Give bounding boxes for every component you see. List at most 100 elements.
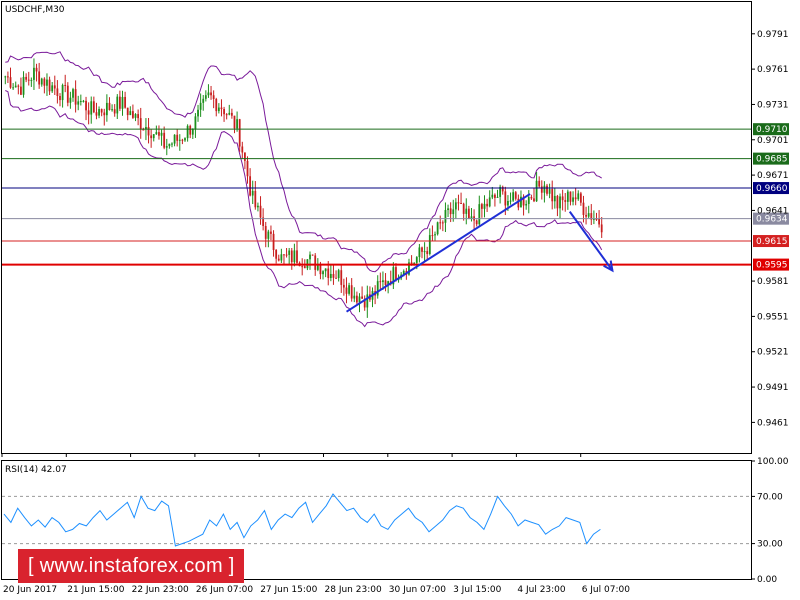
candle-body bbox=[264, 226, 267, 239]
price-tick-label-8: 0.9521 bbox=[757, 348, 789, 358]
candle-body bbox=[147, 126, 150, 136]
candle-body bbox=[556, 195, 559, 209]
candle-body bbox=[7, 76, 9, 78]
candle-body bbox=[543, 185, 546, 193]
candle-body bbox=[215, 98, 218, 112]
candle-body bbox=[259, 205, 262, 218]
candle-body bbox=[257, 205, 259, 208]
candle-body bbox=[421, 247, 423, 252]
candle-body bbox=[126, 107, 129, 116]
price-tick-label-6: 0.9581 bbox=[757, 277, 789, 287]
price-tick-label-5: 0.9641 bbox=[757, 206, 789, 216]
candle-body bbox=[457, 202, 460, 204]
candle-body bbox=[184, 138, 186, 141]
candle-body bbox=[25, 76, 28, 80]
candle-body bbox=[103, 112, 106, 116]
candle-body bbox=[559, 196, 561, 209]
candle-body bbox=[447, 208, 449, 211]
candle-body bbox=[530, 197, 533, 199]
candle-body bbox=[132, 111, 134, 118]
candle-body bbox=[324, 268, 327, 272]
candle-body bbox=[77, 101, 80, 105]
candle-body bbox=[90, 101, 93, 115]
price-tick-label-10: 0.9461 bbox=[757, 418, 789, 428]
candle-body bbox=[246, 160, 249, 177]
price-tick-label-2: 0.9731 bbox=[757, 100, 789, 110]
candle-body bbox=[335, 277, 337, 279]
candle-body bbox=[483, 203, 486, 209]
price-chart: 0.97100.96850.96600.96340.96150.9595 100… bbox=[1, 1, 789, 595]
candle-body bbox=[85, 100, 87, 111]
candle-body bbox=[551, 189, 554, 202]
candle-body bbox=[92, 101, 95, 113]
candle-body bbox=[431, 235, 434, 237]
candle-body bbox=[293, 250, 296, 263]
candle-body bbox=[124, 96, 127, 108]
candle-body bbox=[514, 192, 517, 199]
candle-body bbox=[152, 134, 155, 139]
candle-body bbox=[230, 112, 233, 116]
candle-body bbox=[223, 109, 225, 115]
candle-body bbox=[426, 251, 429, 254]
candle-body bbox=[225, 114, 228, 116]
candle-body bbox=[137, 114, 140, 119]
candle-body bbox=[311, 254, 314, 256]
candle-body bbox=[428, 235, 431, 254]
candle-body bbox=[566, 191, 569, 202]
candle-body bbox=[598, 218, 600, 225]
rsi-title: RSI(14) 42.07 bbox=[5, 465, 67, 475]
candle-body bbox=[98, 109, 100, 116]
level-tag-label-4: 0.9615 bbox=[756, 237, 788, 247]
candle-body bbox=[415, 257, 418, 263]
candle-body bbox=[348, 285, 350, 294]
watermark-logo: [ www.instaforex.com ] bbox=[18, 549, 244, 583]
candle-body bbox=[496, 196, 499, 198]
candle-body bbox=[173, 134, 176, 144]
candle-body bbox=[350, 285, 353, 299]
candle-body bbox=[87, 110, 90, 115]
candle-body bbox=[507, 200, 509, 206]
candle-body bbox=[288, 250, 291, 255]
candle-body bbox=[561, 196, 564, 201]
candle-body bbox=[538, 180, 541, 187]
candle-body bbox=[337, 270, 340, 279]
candle-body bbox=[171, 143, 173, 145]
candle-body bbox=[251, 190, 254, 196]
candle-body bbox=[488, 197, 491, 207]
candle-body bbox=[56, 88, 59, 97]
candle-body bbox=[212, 95, 215, 99]
candle-body bbox=[197, 109, 199, 117]
candle-body bbox=[254, 190, 257, 208]
candle-body bbox=[441, 222, 444, 224]
candle-body bbox=[202, 98, 205, 103]
candle-body bbox=[160, 132, 163, 136]
candle-body bbox=[283, 254, 285, 256]
candle-body bbox=[165, 146, 168, 148]
candle-body bbox=[382, 280, 384, 283]
candle-body bbox=[51, 85, 54, 92]
candle-body bbox=[72, 89, 74, 98]
candle-body bbox=[486, 203, 489, 207]
candle-body bbox=[444, 210, 447, 223]
candle-body bbox=[66, 85, 69, 103]
candle-body bbox=[379, 281, 382, 283]
candle-body bbox=[210, 92, 212, 96]
price-tick-label-4: 0.9671 bbox=[757, 171, 789, 181]
candle-body bbox=[460, 203, 462, 205]
time-tick-label-1: 21 Jun 15:00 bbox=[67, 585, 124, 595]
candle-body bbox=[309, 254, 311, 260]
candle-body bbox=[79, 101, 82, 103]
time-tick-label-6: 30 Jun 07:00 bbox=[389, 585, 446, 595]
level-tag-label-0: 0.9710 bbox=[756, 125, 788, 135]
candle-body bbox=[301, 266, 304, 268]
candle-body bbox=[548, 189, 551, 194]
candle-body bbox=[267, 231, 270, 239]
candle-body bbox=[30, 79, 33, 81]
candle-body bbox=[186, 125, 189, 139]
candle-body bbox=[285, 254, 288, 256]
price-tick-label-0: 0.9791 bbox=[757, 30, 789, 40]
candle-body bbox=[465, 208, 468, 214]
candle-body bbox=[129, 111, 132, 116]
candle-body bbox=[275, 249, 278, 259]
candle-body bbox=[535, 180, 538, 202]
